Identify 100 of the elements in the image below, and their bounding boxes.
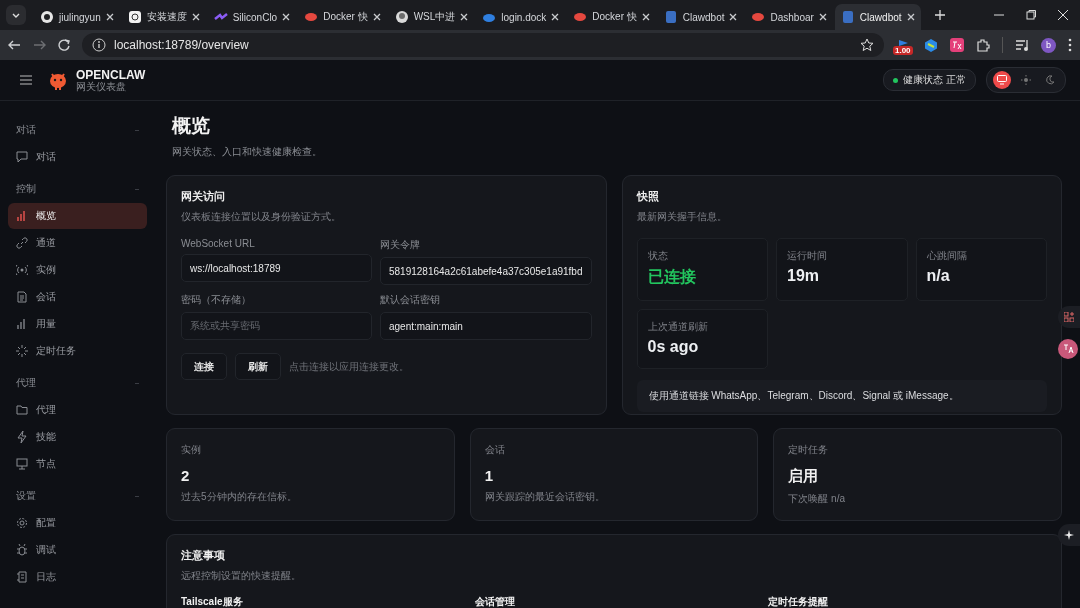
nav-item[interactable]: 日志 [8, 564, 147, 590]
stat-value: 0s ago [647, 338, 700, 356]
card-title: 网关访问 [181, 190, 226, 204]
nav-item[interactable]: 会话 [8, 284, 147, 310]
bookmark-star-icon[interactable] [860, 38, 874, 52]
browser-tab[interactable]: Docker 快 [567, 4, 656, 30]
back-icon[interactable] [8, 39, 21, 51]
site-icon [751, 10, 766, 24]
nav-item[interactable]: 技能 [8, 424, 147, 450]
close-icon[interactable] [1058, 10, 1068, 20]
nav-icon [16, 458, 28, 470]
nav-item[interactable]: 实例 [8, 257, 147, 283]
stat-label: 状态 [647, 249, 669, 263]
nav-item[interactable]: 调试 [8, 537, 147, 563]
browser-tab[interactable]: jiulingyun [34, 4, 120, 30]
close-icon[interactable] [105, 13, 114, 21]
nav-item[interactable]: 概览 [8, 203, 147, 229]
site-icon [394, 10, 409, 24]
nav-group-label: 设置 [16, 489, 36, 503]
browser-tab[interactable]: WSL中进 [388, 4, 475, 30]
input-field[interactable]: agent:main:main [379, 312, 592, 340]
browser-tab[interactable]: Clawdbot [657, 4, 744, 30]
browser-tab[interactable]: Docker 快 [298, 4, 387, 30]
card-title: 注意事项 [181, 549, 226, 563]
reload-icon[interactable] [58, 39, 70, 51]
field-label: WebSocket URL [181, 238, 256, 249]
caret-icon [12, 12, 20, 18]
nav-item[interactable]: 通道 [8, 230, 147, 256]
field-label: 密码（不存储） [181, 293, 252, 307]
card-subtitle: 仪表板连接位置以及身份验证方式。 [181, 210, 342, 224]
nav-icon [16, 264, 28, 276]
input-field[interactable]: 5819128164a2c61abefe4a37c305e1a91fbd [379, 257, 592, 285]
assistant-button[interactable] [1058, 524, 1080, 546]
close-icon[interactable] [191, 13, 200, 21]
nav-icon [16, 571, 28, 583]
refresh-button[interactable]: 刷新 [235, 353, 281, 380]
address-bar[interactable]: localhost:18789/overview [82, 33, 884, 57]
close-icon[interactable] [641, 13, 650, 21]
nav-icon [16, 404, 28, 416]
site-icon [304, 10, 319, 24]
forward-icon[interactable] [33, 39, 46, 51]
sun-icon [1021, 75, 1031, 85]
menu-icon[interactable] [1068, 38, 1072, 52]
input-field[interactable]: ws://localhost:18789 [181, 254, 372, 282]
site-icon [127, 10, 142, 24]
extensions-icon[interactable] [976, 38, 990, 52]
input-field[interactable]: 系统或共享密码 [181, 312, 372, 340]
browser-tab[interactable]: SiliconClo [207, 4, 297, 30]
nav-item[interactable]: 定时任务 [8, 338, 147, 364]
note-title: 定时任务提醒 [768, 595, 830, 608]
browser-tab[interactable]: login.dock [476, 4, 566, 30]
stat-value: n/a [926, 267, 951, 285]
close-icon[interactable] [372, 13, 381, 21]
site-icon [573, 10, 588, 24]
browser-tab[interactable]: 安装速度 [121, 4, 206, 30]
hint-text: 点击连接以应用连接更改。 [289, 359, 409, 374]
stat-label: 定时任务 [788, 443, 830, 457]
nav-icon [16, 345, 28, 357]
close-icon[interactable] [818, 13, 827, 21]
browser-tab[interactable]: Clawdbot [834, 4, 921, 30]
new-tab-icon[interactable] [934, 10, 945, 20]
nav-item[interactable]: 节点 [8, 451, 147, 477]
nav-item[interactable]: 配置 [8, 510, 147, 536]
stat-label: 实例 [181, 443, 202, 457]
stat-label: 会话 [484, 443, 506, 457]
close-icon[interactable] [551, 13, 560, 21]
tab-list-button[interactable] [6, 5, 26, 25]
translate-extension-icon[interactable] [950, 38, 964, 52]
close-icon[interactable] [729, 13, 738, 21]
nav-group-label: 代理 [16, 376, 36, 390]
media-queue-icon[interactable] [1015, 38, 1029, 52]
note-title: 会话管理 [474, 595, 516, 608]
theme-option[interactable] [993, 71, 1011, 89]
extension-icon[interactable]: 1.00 [896, 38, 912, 52]
page-subtitle: 网关状态、入口和快速健康检查。 [172, 145, 323, 159]
nav-item[interactable]: 对话 [8, 144, 147, 170]
close-icon[interactable] [906, 13, 915, 21]
connect-button[interactable]: 连接 [181, 353, 227, 380]
stat-detail: 下次唤醒 n/a [788, 492, 846, 506]
restore-icon[interactable] [1026, 10, 1036, 20]
nav-item[interactable]: 代理 [8, 397, 147, 423]
browser-tab[interactable]: Dashboar [745, 4, 833, 30]
stat-value: 19m [787, 267, 821, 285]
close-icon[interactable] [282, 13, 291, 21]
stat-detail: 网关跟踪的最近会话密钥。 [484, 490, 606, 504]
stat-label: 上次通道刷新 [647, 320, 709, 334]
close-icon[interactable] [460, 13, 469, 21]
sidebar-tool-button[interactable] [1058, 306, 1080, 328]
nav-item[interactable]: 用量 [8, 311, 147, 337]
card-title: 快照 [636, 190, 660, 204]
hexagon-extension-icon[interactable] [924, 37, 938, 53]
nav-icon [16, 151, 28, 163]
field-label: 网关令牌 [379, 238, 421, 252]
stat-value: 启用 [788, 467, 820, 486]
info-note: 使用通道链接 WhatsApp、Telegram、Discord、Signal 或 iMessage。 [636, 380, 1047, 412]
profile-avatar[interactable]: b [1041, 37, 1056, 53]
nav-icon [16, 210, 28, 222]
nav-icon [16, 291, 28, 303]
stat-label: 运行时间 [787, 249, 828, 263]
brand-name: OPENCLAW [76, 68, 146, 81]
